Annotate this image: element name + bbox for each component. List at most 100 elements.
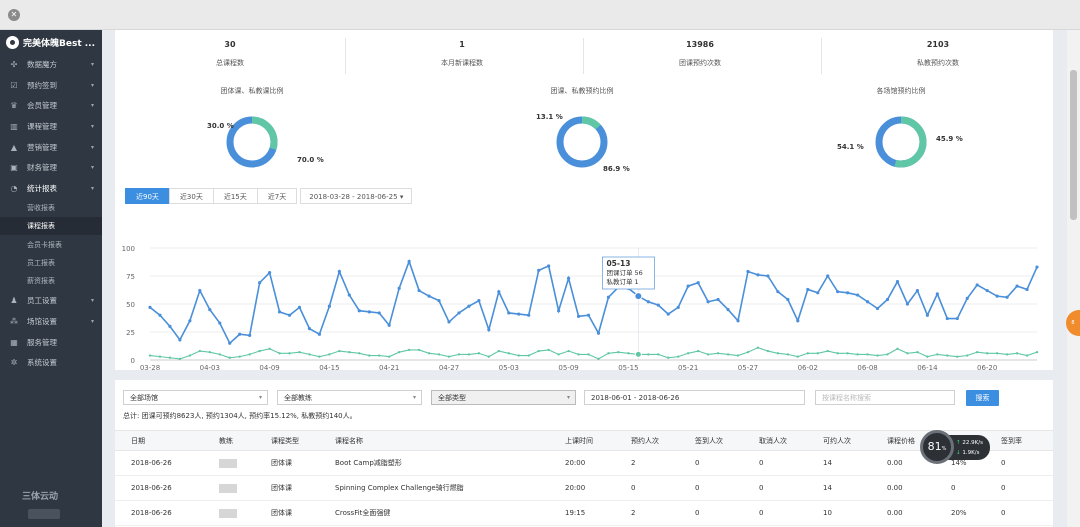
sidebar-subitem[interactable]: 薪资报表 — [0, 272, 102, 290]
data-point[interactable] — [208, 350, 211, 354]
data-point[interactable] — [417, 348, 421, 352]
data-point[interactable] — [965, 296, 969, 300]
table-row[interactable]: 2018-06-26 团体课 CrossFit全面强健 19:15 2 0 0 10 0.00 2… — [115, 500, 1053, 526]
data-point[interactable] — [477, 352, 481, 355]
column-header[interactable]: 签到率 — [1001, 430, 1053, 451]
data-point[interactable] — [696, 349, 700, 353]
data-point[interactable] — [507, 352, 510, 355]
data-point[interactable] — [317, 332, 322, 336]
data-point[interactable] — [397, 350, 401, 354]
data-point[interactable] — [666, 312, 670, 316]
sidebar-item-person[interactable]: ♟ 员工设置 ▾ — [0, 290, 102, 311]
data-point[interactable] — [1015, 352, 1019, 355]
date-filter-input[interactable]: 2018-06-01 - 2018-06-26 — [584, 390, 805, 405]
data-point[interactable] — [238, 355, 241, 358]
data-point[interactable] — [686, 284, 690, 288]
tab-range[interactable]: 近7天 — [256, 188, 298, 204]
column-header[interactable]: 日期 — [115, 430, 219, 451]
data-point[interactable] — [298, 350, 301, 354]
data-point[interactable] — [248, 353, 251, 356]
data-point[interactable] — [288, 352, 291, 355]
data-point[interactable] — [248, 333, 252, 337]
data-point[interactable] — [328, 353, 331, 356]
data-point[interactable] — [945, 316, 949, 321]
data-point[interactable] — [377, 311, 381, 315]
data-point[interactable] — [756, 346, 760, 349]
data-point[interactable] — [447, 320, 451, 324]
sidebar-item-gear[interactable]: ✲ 系统设置 — [0, 352, 102, 373]
data-point[interactable] — [766, 349, 770, 353]
data-point[interactable] — [337, 269, 341, 274]
data-point[interactable] — [576, 314, 581, 318]
data-point[interactable] — [168, 324, 172, 328]
data-point[interactable] — [826, 274, 830, 278]
data-point[interactable] — [975, 283, 979, 287]
data-point[interactable] — [607, 352, 610, 355]
sidebar-item-chart[interactable]: ▲ 营销管理 ▾ — [0, 137, 102, 158]
data-point[interactable] — [527, 354, 530, 357]
sidebar-item-pie[interactable]: ◔ 统计报表 ▾ — [0, 178, 102, 199]
scrollbar-thumb[interactable] — [1070, 70, 1077, 220]
sidebar-subitem[interactable]: 会员卡报表 — [0, 235, 102, 253]
data-point[interactable] — [716, 297, 720, 302]
data-point[interactable] — [925, 313, 929, 317]
data-point[interactable] — [357, 309, 361, 313]
data-point[interactable] — [188, 319, 192, 323]
data-point[interactable] — [985, 352, 989, 355]
date-range-picker[interactable]: 2018-03-28 - 2018-06-25 ▾ — [300, 188, 413, 204]
data-point[interactable] — [537, 349, 540, 353]
data-point[interactable] — [557, 353, 560, 356]
data-point[interactable] — [885, 297, 890, 302]
data-point[interactable] — [228, 356, 231, 359]
data-point[interactable] — [776, 290, 780, 294]
data-point[interactable] — [228, 341, 232, 345]
data-point[interactable] — [307, 327, 312, 331]
data-point[interactable] — [816, 352, 819, 355]
data-point[interactable] — [148, 305, 152, 309]
data-point[interactable] — [537, 268, 541, 272]
data-point[interactable] — [786, 297, 790, 302]
data-point[interactable] — [348, 350, 351, 354]
data-point[interactable] — [1025, 287, 1029, 292]
data-point[interactable] — [756, 273, 760, 277]
scrollbar[interactable] — [1067, 30, 1080, 527]
tab-range[interactable]: 近30天 — [168, 188, 214, 204]
data-point[interactable] — [995, 352, 999, 355]
coach-select[interactable]: 全部教练 ▾ — [277, 390, 422, 405]
data-point[interactable] — [926, 355, 929, 358]
data-point[interactable] — [895, 280, 900, 284]
data-point[interactable] — [457, 311, 461, 315]
data-point[interactable] — [238, 332, 242, 336]
type-select[interactable]: 全部类型 ▾ — [431, 390, 576, 405]
data-point[interactable] — [358, 352, 361, 355]
data-point[interactable] — [387, 355, 391, 358]
data-point[interactable] — [517, 312, 521, 316]
data-point[interactable] — [487, 355, 491, 358]
table-row[interactable]: 2018-06-26 团体课 Boot Camp减脂塑形 20:00 2 0 0 14 0.00… — [115, 450, 1053, 476]
column-header[interactable]: 课程名称 — [335, 430, 565, 451]
data-point[interactable] — [566, 276, 571, 280]
data-point[interactable] — [557, 309, 561, 313]
data-point[interactable] — [955, 316, 959, 321]
data-point[interactable] — [916, 350, 919, 354]
data-point[interactable] — [507, 311, 511, 315]
column-header[interactable]: 签到人次 — [695, 430, 759, 451]
data-point[interactable] — [906, 352, 909, 355]
sidebar-item-checkbox[interactable]: ☑ 预约签到 ▾ — [0, 75, 102, 96]
data-point[interactable] — [1005, 353, 1009, 356]
data-point[interactable] — [946, 354, 949, 357]
data-point[interactable] — [1025, 354, 1029, 357]
data-point[interactable] — [158, 313, 162, 317]
data-point[interactable] — [806, 287, 810, 292]
data-point[interactable] — [308, 353, 311, 356]
sidebar-item-crown[interactable]: ♛ 会员管理 ▾ — [0, 95, 102, 116]
data-point[interactable] — [547, 264, 551, 268]
data-point[interactable] — [846, 352, 849, 355]
column-header[interactable]: 上课时间 — [565, 430, 631, 451]
data-point[interactable] — [1005, 295, 1009, 299]
sidebar-subitem[interactable]: 营收报表 — [0, 199, 102, 217]
data-point[interactable] — [696, 281, 700, 285]
column-header[interactable]: 取消人次 — [759, 430, 823, 451]
sidebar-subitem[interactable]: 课程报表 — [0, 217, 102, 236]
data-point[interactable] — [846, 291, 850, 295]
